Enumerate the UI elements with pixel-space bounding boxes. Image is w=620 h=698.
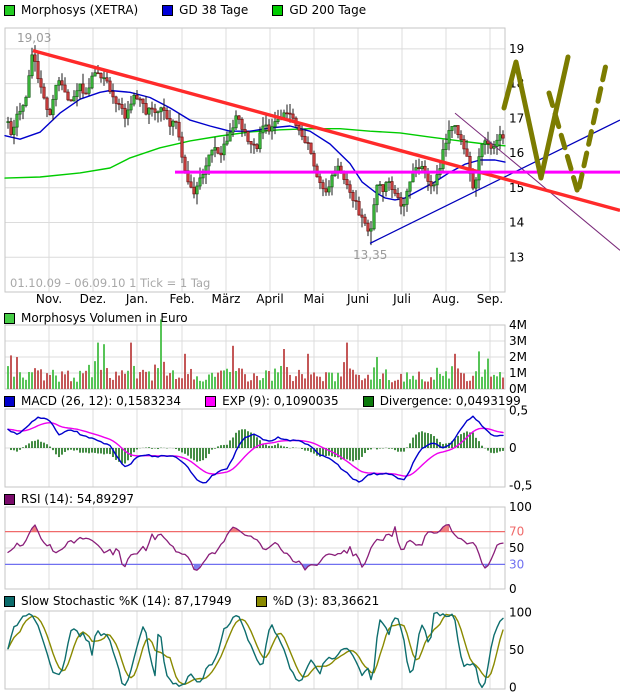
- price-axis-tick: 17: [509, 111, 524, 125]
- month-label: März: [212, 292, 241, 306]
- rsi-axis-tick: 70: [509, 525, 524, 539]
- price-series-label: Morphosys (XETRA): [21, 3, 139, 17]
- month-label: Dez.: [80, 292, 107, 306]
- macd-axis-tick: -0,5: [509, 479, 532, 493]
- stoch-k-swatch: [4, 595, 15, 607]
- legend-item-divergence: Divergence: 0,0493199: [362, 394, 521, 408]
- legend-item-macd: MACD (26, 12): 0,1583234: [4, 394, 181, 408]
- rsi-axis-tick: 0: [509, 582, 517, 596]
- stock-chart-window: 19 18 17 16 15 14 13 Nov. Dez. Jan. Feb. März April M…: [0, 0, 620, 698]
- divergence-swatch: [362, 395, 374, 407]
- volume-axis-tick: 4M: [509, 318, 527, 332]
- volume-axis-tick: 2M: [509, 350, 527, 364]
- month-label: Mai: [303, 292, 324, 306]
- legend-item-exp: EXP (9): 0,1090035: [205, 394, 339, 408]
- price-axis-tick: 16: [509, 146, 524, 160]
- month-label: April: [256, 292, 283, 306]
- main-chart-legend: Morphosys (XETRA) GD 38 Tage GD 200 Tage: [4, 3, 390, 17]
- stoch-d-swatch: [255, 595, 267, 607]
- volume-axis-tick: 3M: [509, 334, 527, 348]
- price-axis-tick: 14: [509, 216, 524, 230]
- macd-axis-tick: 0: [509, 441, 517, 455]
- stoch-axis-tick: 50: [509, 643, 524, 657]
- stoch-k-label: Slow Stochastic %K (14): 87,17949: [21, 594, 232, 608]
- legend-item-price: Morphosys (XETRA): [4, 3, 138, 17]
- gd38-swatch: [162, 4, 174, 16]
- rsi-label: RSI (14): 54,89297: [21, 492, 135, 506]
- price-axis-tick: 13: [509, 250, 524, 264]
- rsi-axis-tick: 30: [509, 557, 524, 571]
- rsi-axis-tick: 50: [509, 541, 524, 555]
- low-price-label: 13,35: [353, 248, 387, 262]
- legend-item-stoch-k: Slow Stochastic %K (14): 87,17949: [4, 594, 232, 608]
- volume-legend: Morphosys Volumen in Euro: [4, 311, 212, 325]
- stoch-d-label: %D (3): 83,36621: [272, 594, 380, 608]
- stoch-axis-tick: 0: [509, 681, 517, 695]
- macd-legend: MACD (26, 12): 0,1583234 EXP (9): 0,1090…: [4, 394, 545, 408]
- gd38-label: GD 38 Tage: [179, 3, 249, 17]
- legend-item-gd200: GD 200 Tage: [272, 3, 366, 17]
- legend-item-gd38: GD 38 Tage: [162, 3, 248, 17]
- rsi-legend: RSI (14): 54,89297: [4, 492, 158, 506]
- month-label: Nov.: [36, 292, 62, 306]
- month-label: Sep.: [477, 292, 503, 306]
- month-label: Aug.: [432, 292, 459, 306]
- legend-item-rsi: RSI (14): 54,89297: [4, 492, 134, 506]
- gd200-label: GD 200 Tage: [289, 3, 367, 17]
- divergence-label: Divergence: 0,0493199: [379, 394, 521, 408]
- legend-item-stoch-d: %D (3): 83,36621: [255, 594, 380, 608]
- volume-swatch: [4, 312, 15, 324]
- month-label: Juni: [346, 292, 369, 306]
- price-axis-tick: 19: [509, 42, 524, 56]
- exp-swatch: [205, 395, 217, 407]
- legend-item-volume: Morphosys Volumen in Euro: [4, 311, 188, 325]
- month-label: Jan.: [125, 292, 148, 306]
- month-label: Feb.: [169, 292, 194, 306]
- rsi-axis-tick: 100: [509, 500, 532, 514]
- stoch-axis-tick: 100: [509, 606, 532, 620]
- stochastic-legend: Slow Stochastic %K (14): 87,17949 %D (3)…: [4, 594, 403, 608]
- macd-label: MACD (26, 12): 0,1583234: [21, 394, 182, 408]
- rsi-swatch: [4, 493, 15, 505]
- volume-label: Morphosys Volumen in Euro: [21, 311, 188, 325]
- date-range-label: 01.10.09 – 06.09.10 1 Tick = 1 Tag: [10, 276, 210, 290]
- price-series-swatch: [4, 4, 15, 16]
- high-price-label: 19,03: [17, 31, 51, 45]
- macd-swatch: [4, 395, 15, 407]
- gd200-swatch: [272, 4, 284, 16]
- month-label: Juli: [392, 292, 411, 306]
- volume-axis-tick: 1M: [509, 366, 527, 380]
- exp-label: EXP (9): 0,1090035: [222, 394, 339, 408]
